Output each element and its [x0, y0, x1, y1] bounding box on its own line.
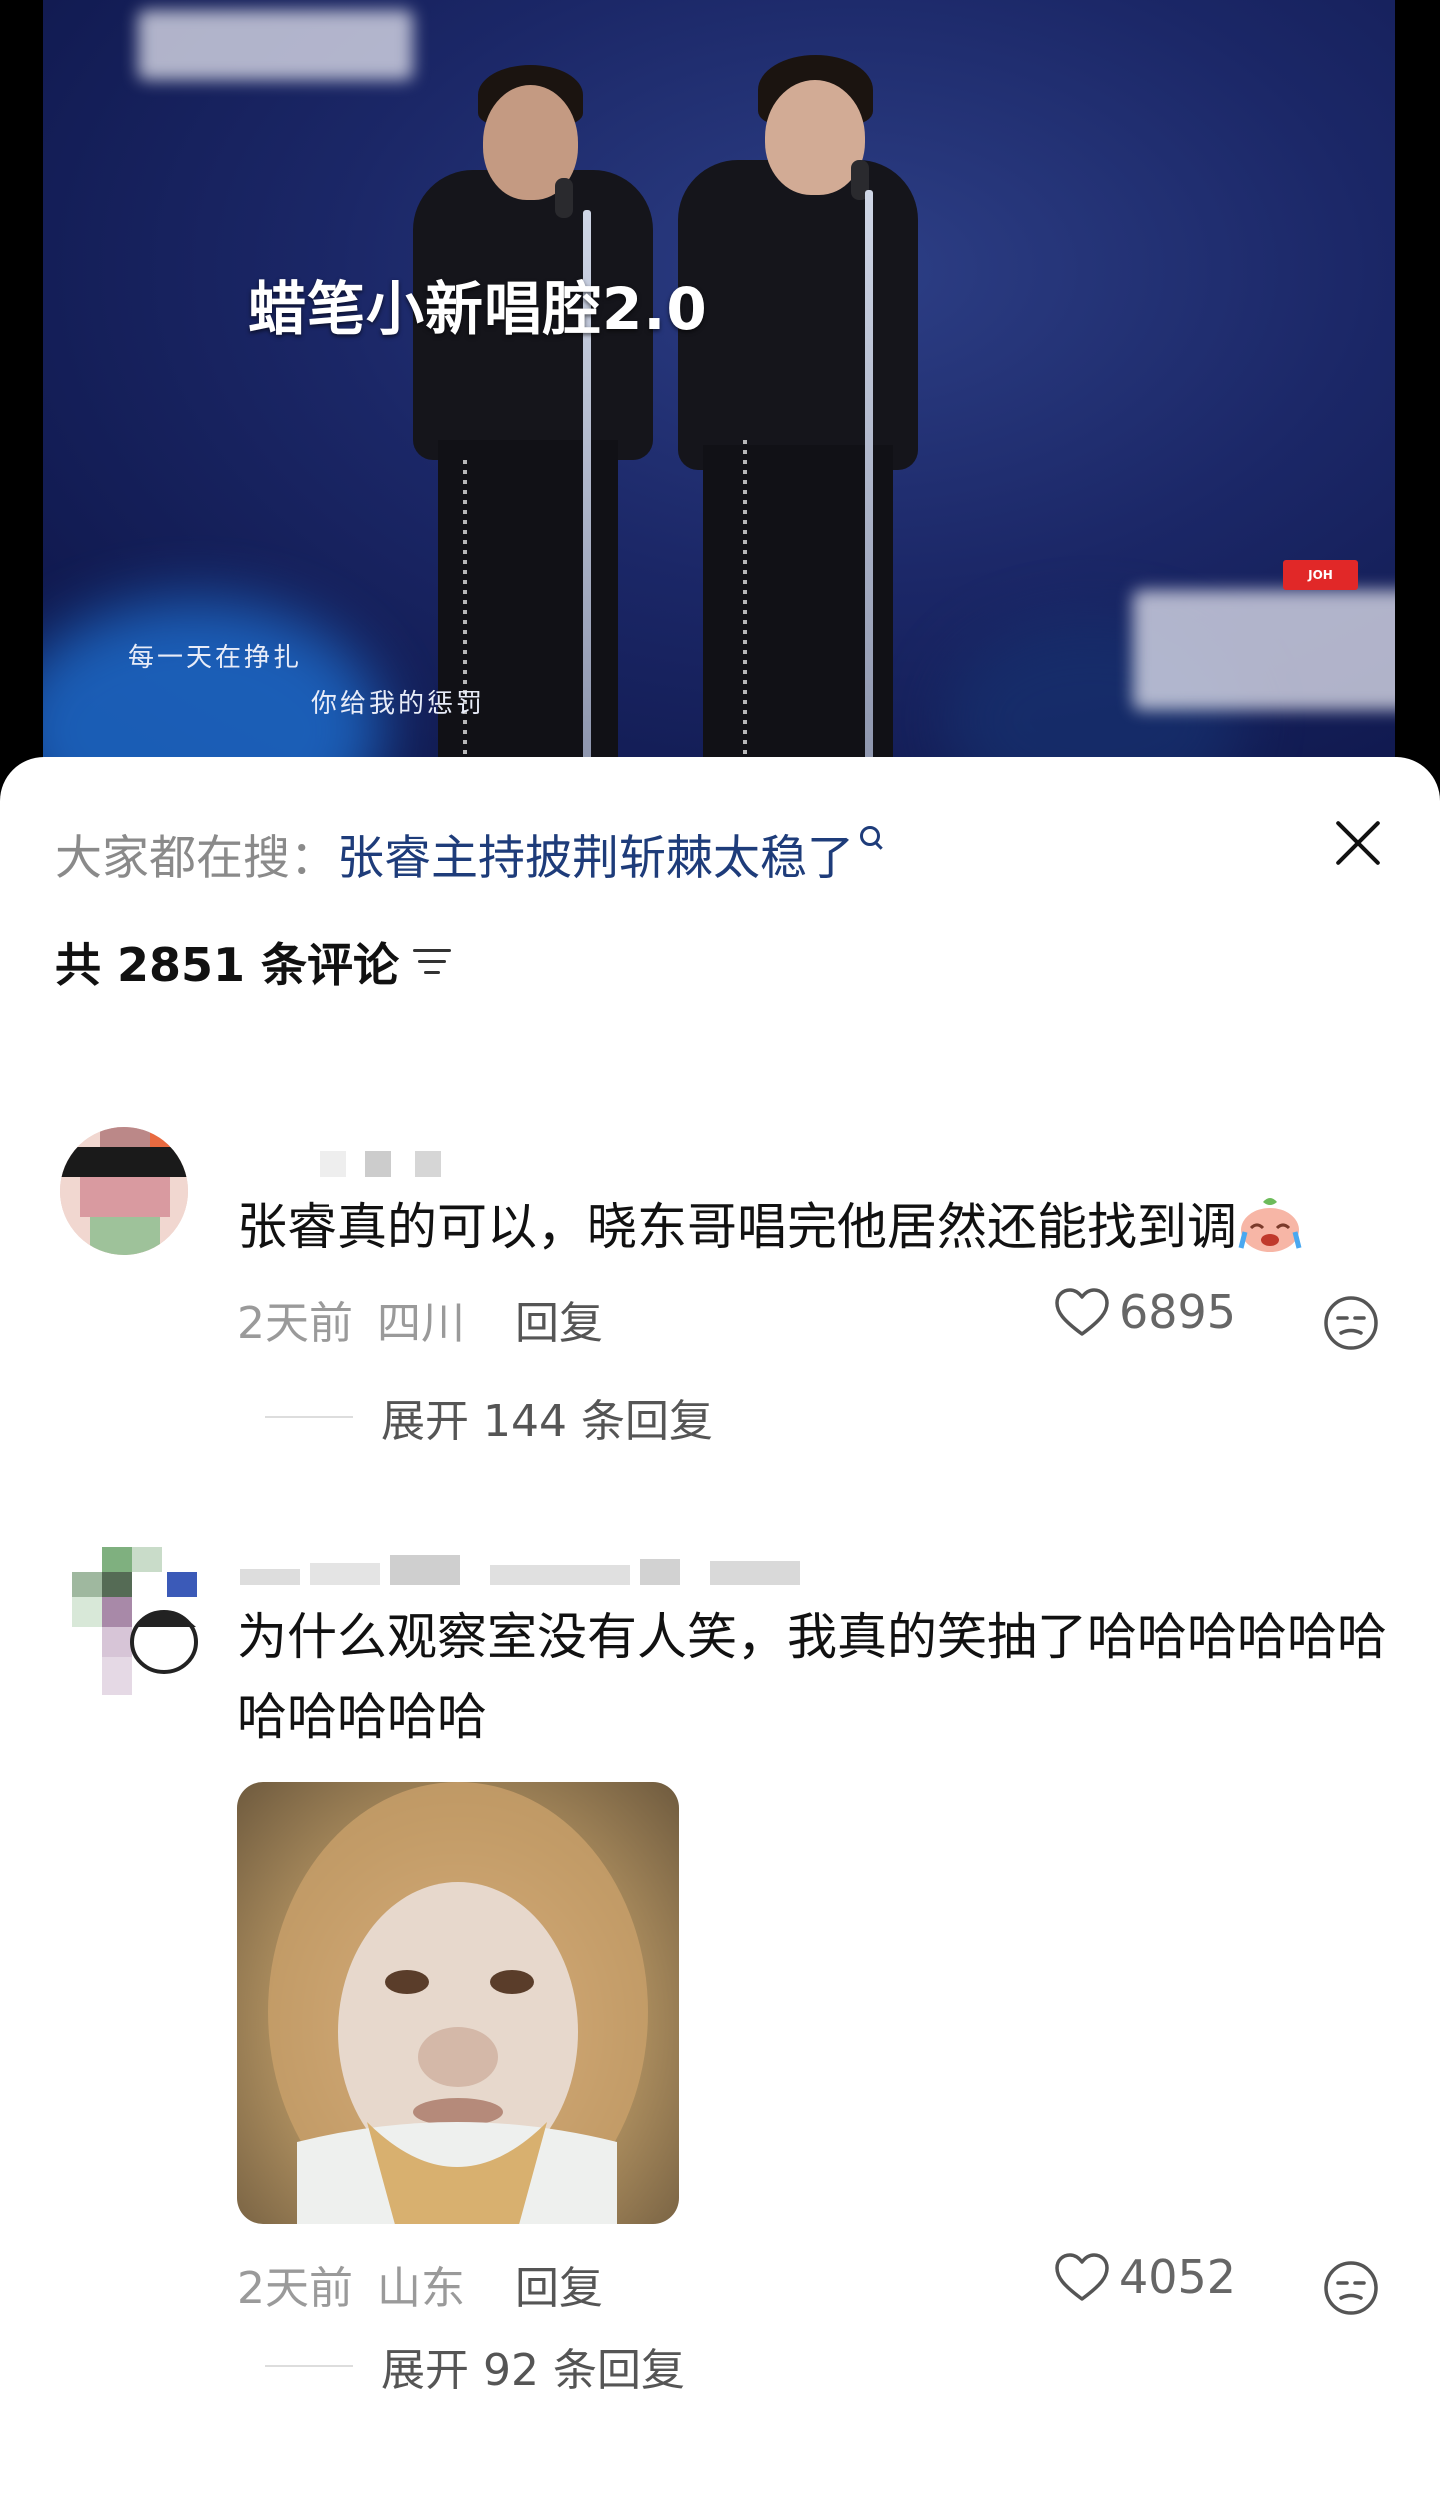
- reply-button[interactable]: 回复: [515, 2263, 603, 2314]
- username-blurred[interactable]: [240, 1555, 840, 1593]
- comment-count-row: 共 2851 条评论: [55, 929, 452, 995]
- face: [765, 80, 865, 195]
- mic-stand: [865, 190, 873, 770]
- heart-icon: [1055, 2253, 1109, 2301]
- crying-laugh-emoji-icon: [1237, 1194, 1303, 1254]
- microphone: [555, 178, 573, 218]
- avatar[interactable]: [60, 1127, 188, 1255]
- monkey-face-image: [268, 1782, 648, 2224]
- heart-icon: [1055, 1288, 1109, 1336]
- search-suggestion-link[interactable]: 张睿主持披荆斩棘太稳了: [337, 831, 854, 886]
- search-icon: [860, 826, 880, 846]
- search-suggestion-prefix: 大家都在搜：: [55, 831, 337, 886]
- video-player[interactable]: JOH 蜡笔小新唱腔2.0 每一天在挣扎 你给我的惩罚: [0, 0, 1440, 800]
- comment-time: 2天前: [237, 2263, 353, 2314]
- username-mosaic: [240, 1555, 800, 1585]
- close-icon[interactable]: [1330, 815, 1386, 871]
- comment-image[interactable]: [237, 1782, 679, 2224]
- jacket: [678, 160, 918, 470]
- video-frame[interactable]: JOH 蜡笔小新唱腔2.0 每一天在挣扎 你给我的惩罚: [43, 0, 1395, 770]
- avatar-image: [72, 1547, 200, 1695]
- comment-count: 共 2851 条评论: [55, 938, 400, 992]
- like-count: 4052: [1119, 2250, 1237, 2304]
- comment-text: 为什么观察室没有人笑，我真的笑抽了哈哈哈哈哈哈哈哈哈哈哈: [237, 1608, 1387, 1746]
- comment-location: 四川: [377, 1298, 465, 1349]
- comment-text: 张睿真的可以，晓东哥唱完他居然还能找到调: [237, 1187, 1387, 1267]
- reply-button[interactable]: 回复: [515, 1298, 603, 1349]
- comment-location: 山东: [377, 2263, 465, 2314]
- like-button[interactable]: 4052: [1053, 2250, 1236, 2304]
- username-mosaic: [320, 1151, 441, 1177]
- comment-text-content: 张睿真的可以，晓东哥唱完他居然还能找到调: [237, 1198, 1237, 1256]
- username-blurred[interactable]: [320, 1151, 445, 1181]
- divider-line: [265, 1416, 353, 1418]
- expand-replies-button[interactable]: 展开 144 条回复: [265, 1385, 713, 1449]
- dislike-face-icon[interactable]: [1323, 2260, 1379, 2316]
- comment-meta: 2天前 四川 回复: [237, 1287, 603, 1351]
- sparkle: [743, 440, 747, 760]
- video-overlay-title: 蜡笔小新唱腔2.0: [248, 275, 708, 343]
- avatar-image: [60, 1127, 188, 1255]
- divider-line: [265, 2365, 353, 2367]
- brand-badge: JOH: [1283, 560, 1358, 590]
- search-suggestion[interactable]: 大家都在搜：张睿主持披荆斩棘太稳了: [55, 819, 880, 888]
- like-count: 6895: [1119, 1285, 1237, 1339]
- blurred-watermark: [138, 10, 413, 80]
- avatar[interactable]: [72, 1547, 200, 1695]
- expand-replies-button[interactable]: 展开 92 条回复: [265, 2334, 685, 2398]
- blurred-watermark: [1133, 590, 1395, 710]
- comment-sheet: 大家都在搜：张睿主持披荆斩棘太稳了 共 2851 条评论 张睿真的可以，晓东哥唱…: [0, 757, 1440, 2502]
- dislike-face-icon[interactable]: [1323, 1295, 1379, 1351]
- comment-meta: 2天前 山东 回复: [237, 2252, 603, 2316]
- expand-replies-label: 展开 144 条回复: [381, 1396, 713, 1447]
- subtitle-line: 每一天在挣扎: [128, 643, 303, 673]
- expand-replies-label: 展开 92 条回复: [381, 2345, 685, 2396]
- like-button[interactable]: 6895: [1053, 1285, 1236, 1339]
- comment-time: 2天前: [237, 1298, 353, 1349]
- sort-icon[interactable]: [413, 947, 452, 977]
- subtitle-line: 你给我的惩罚: [311, 689, 486, 719]
